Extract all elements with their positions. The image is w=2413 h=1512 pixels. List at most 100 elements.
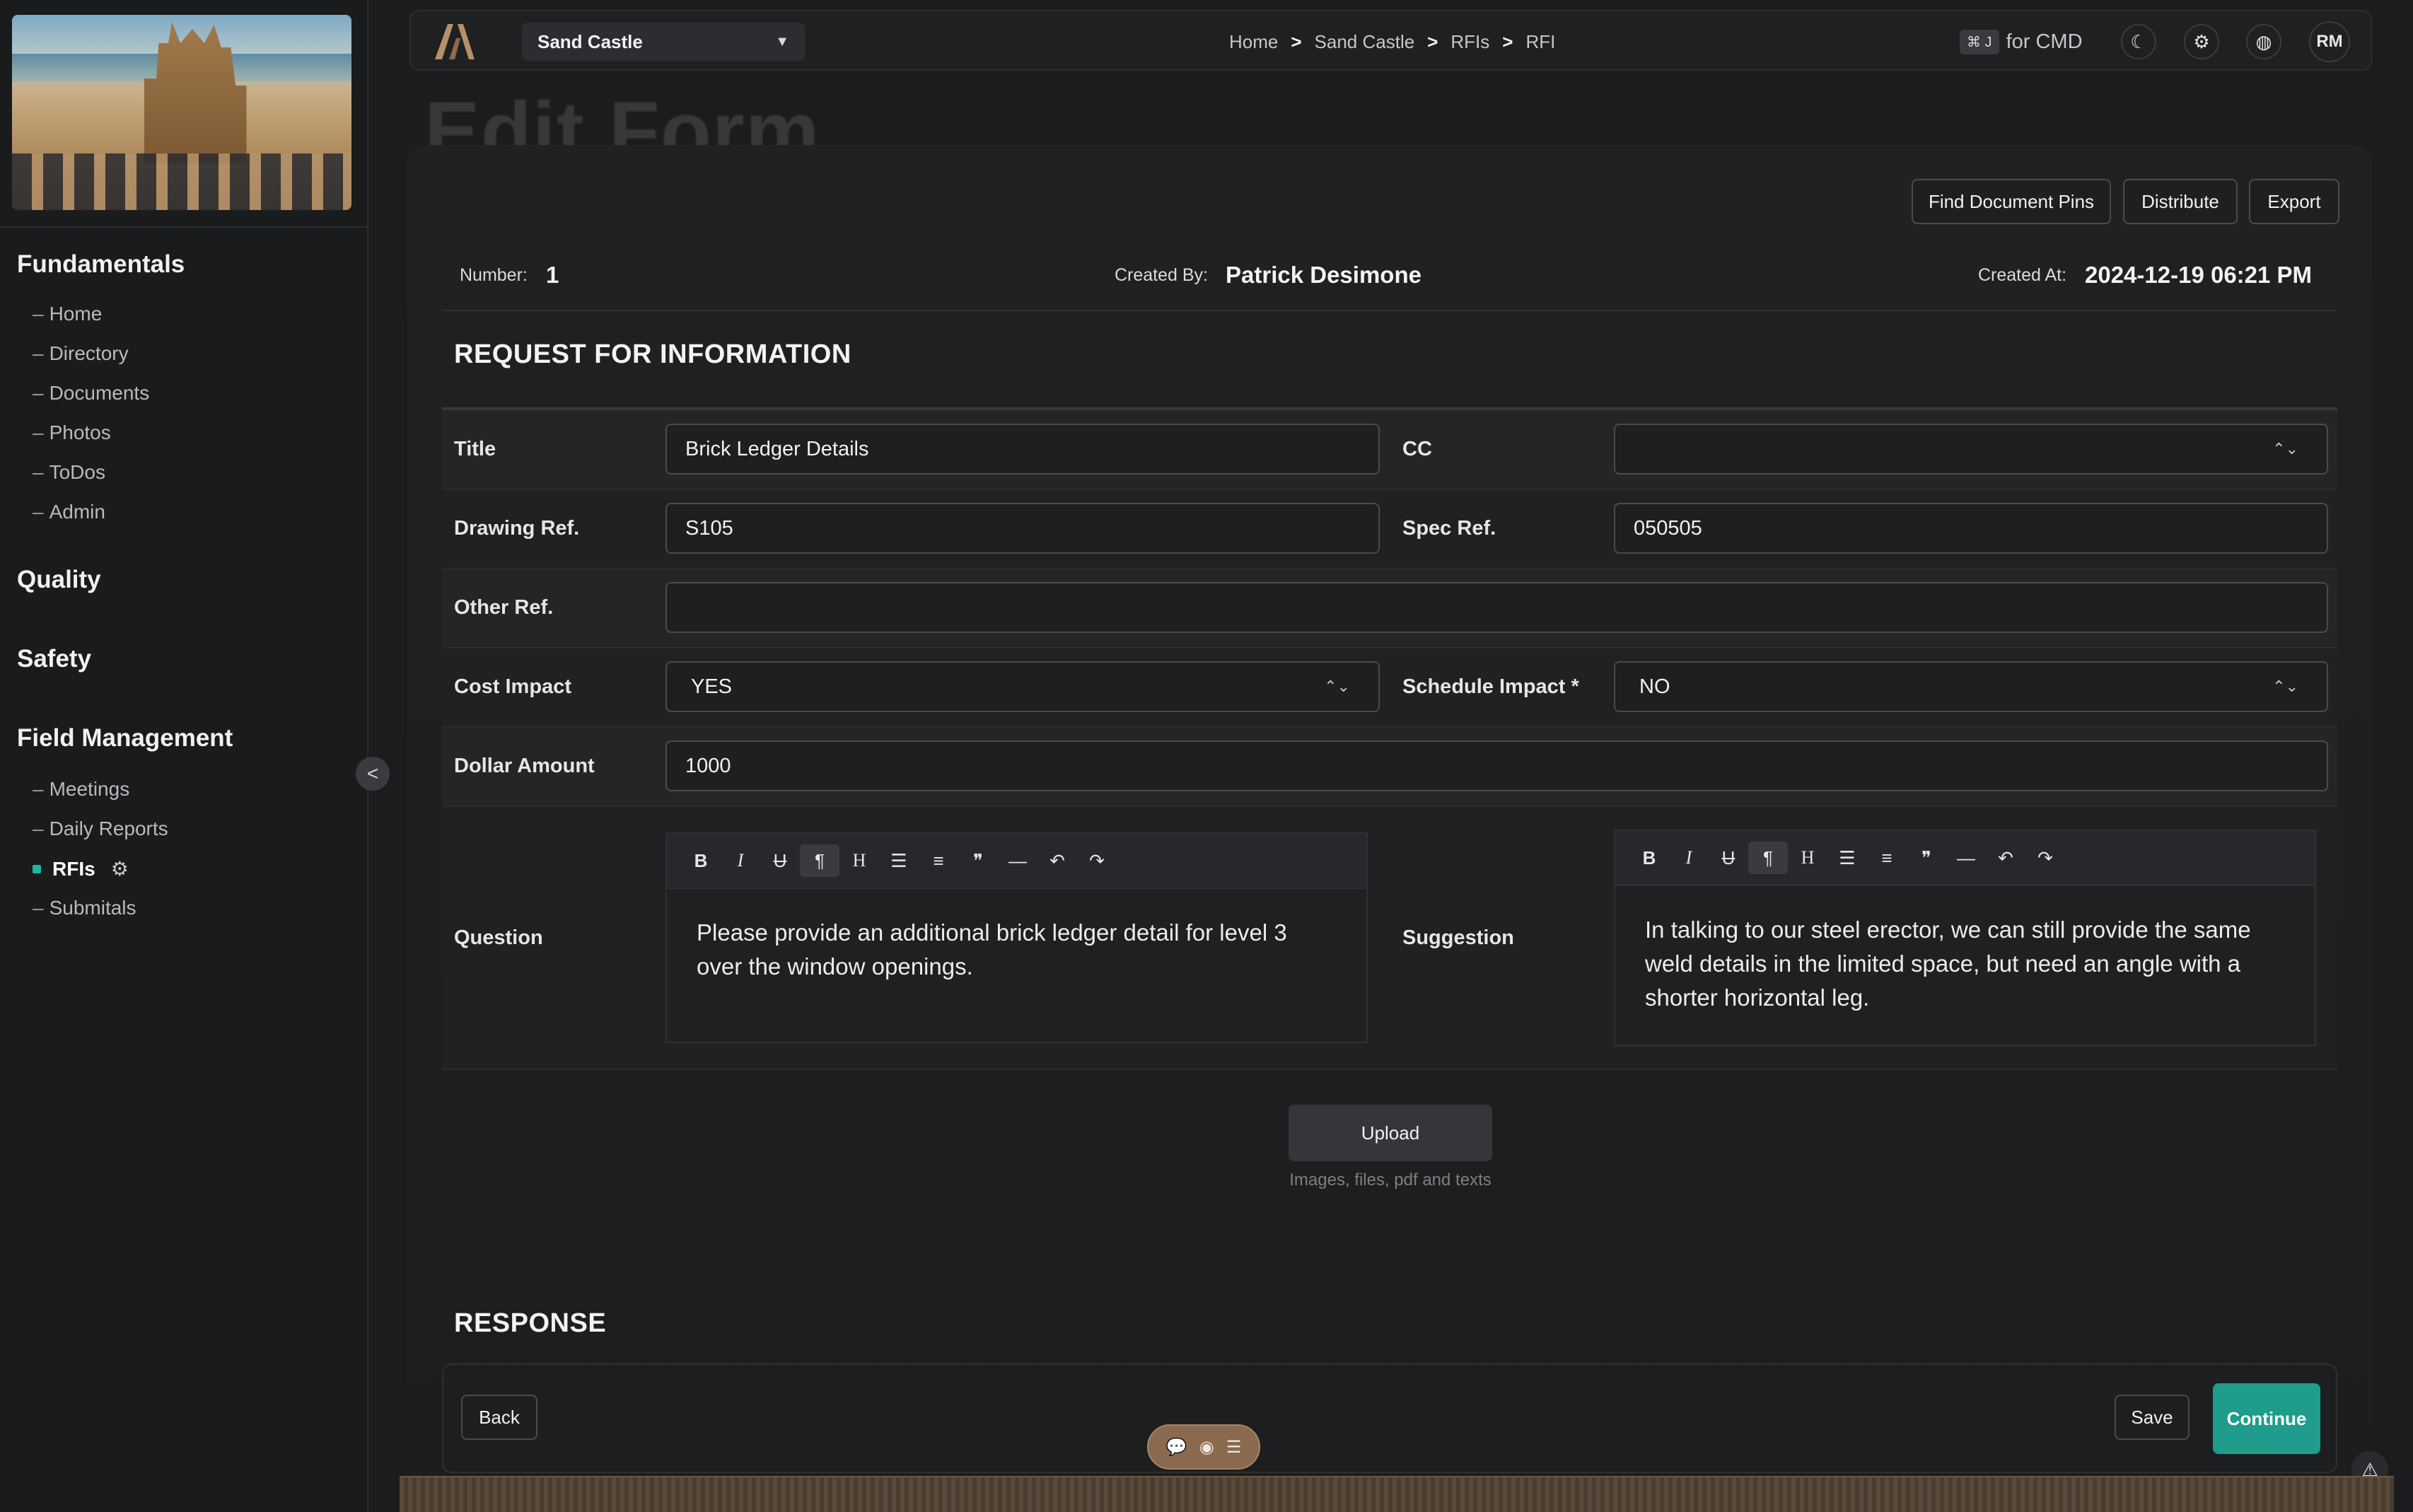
- spec-ref-value: 050505: [1634, 516, 1702, 540]
- sidebar-item-label: Meetings: [49, 778, 130, 800]
- dash-icon: –: [33, 897, 44, 919]
- redo-icon[interactable]: ↷: [2025, 842, 2065, 874]
- rfi-heading: REQUEST FOR INFORMATION: [454, 339, 851, 369]
- schedule-impact-select[interactable]: NO ⌃⌄: [1614, 661, 2328, 712]
- bullet-list-icon[interactable]: ☰: [1827, 842, 1867, 874]
- other-ref-input[interactable]: [665, 582, 2328, 633]
- breadcrumb-rfis[interactable]: RFIs: [1450, 31, 1489, 53]
- undo-icon[interactable]: ↶: [1986, 842, 2025, 874]
- avatar[interactable]: RM: [2309, 21, 2350, 62]
- breadcrumb-separator: >: [1291, 30, 1302, 52]
- project-image-castle: [144, 22, 247, 163]
- dash-icon: –: [33, 382, 44, 404]
- list-icon[interactable]: ☰: [1226, 1437, 1242, 1458]
- export-button[interactable]: Export: [2249, 179, 2339, 224]
- editor-toolbar: B I U ¶ H ☰ ≡ ❞ — ↶ ↷: [1615, 831, 2315, 886]
- sidebar-item-label: Directory: [49, 342, 129, 364]
- drawing-ref-input[interactable]: S105: [665, 503, 1380, 554]
- strikethrough-icon[interactable]: U: [1709, 842, 1748, 874]
- dash-icon: –: [33, 421, 44, 443]
- continue-button[interactable]: Continue: [2213, 1383, 2320, 1454]
- response-heading: RESPONSE: [454, 1308, 607, 1338]
- sidebar-item-photos[interactable]: – Photos: [33, 421, 111, 444]
- comment-icon[interactable]: 💬: [1166, 1437, 1187, 1458]
- sidebar-section-field-management[interactable]: Field Management: [17, 724, 233, 752]
- command-shortcut-hint[interactable]: ⌘ J for CMD: [1960, 11, 2083, 72]
- ordered-list-icon[interactable]: ≡: [1867, 842, 1907, 874]
- dash-icon: –: [33, 342, 44, 364]
- bold-icon[interactable]: B: [681, 844, 721, 877]
- redo-icon[interactable]: ↷: [1077, 844, 1117, 877]
- cost-impact-select[interactable]: YES ⌃⌄: [665, 661, 1380, 712]
- title-input[interactable]: Brick Ledger Details: [665, 424, 1380, 475]
- quote-icon[interactable]: ❞: [1907, 842, 1946, 874]
- sidebar-item-meetings[interactable]: – Meetings: [33, 778, 129, 801]
- drawing-ref-label: Drawing Ref.: [454, 517, 580, 540]
- eye-icon[interactable]: ◉: [1199, 1437, 1214, 1458]
- sidebar-item-admin[interactable]: – Admin: [33, 501, 105, 523]
- project-select[interactable]: Sand Castle ▼: [522, 23, 805, 61]
- italic-icon[interactable]: I: [1669, 842, 1709, 874]
- other-ref-label: Other Ref.: [454, 596, 554, 619]
- question-label: Question: [454, 926, 543, 949]
- question-editor[interactable]: B I U ¶ H ☰ ≡ ❞ — ↶ ↷ Please provide an …: [665, 832, 1368, 1043]
- sidebar-item-directory[interactable]: – Directory: [33, 342, 129, 365]
- sidebar-item-submitals[interactable]: – Submitals: [33, 897, 136, 919]
- breadcrumb-rfi: RFI: [1525, 30, 1556, 52]
- save-button[interactable]: Save: [2115, 1395, 2190, 1440]
- theme-toggle-icon[interactable]: ☾: [2121, 24, 2156, 59]
- sidebar-item-documents[interactable]: – Documents: [33, 382, 149, 405]
- title-input-value: Brick Ledger Details: [685, 437, 869, 460]
- globe-icon[interactable]: ◍: [2246, 24, 2281, 59]
- gear-icon[interactable]: ⚙: [111, 857, 129, 880]
- distribute-button[interactable]: Distribute: [2123, 179, 2238, 224]
- find-document-pins-button[interactable]: Find Document Pins: [1912, 179, 2111, 224]
- question-text[interactable]: Please provide an additional brick ledge…: [667, 889, 1366, 1011]
- upload-button[interactable]: Upload: [1289, 1105, 1492, 1161]
- logo-icon[interactable]: [432, 21, 477, 61]
- back-button[interactable]: Back: [461, 1395, 537, 1440]
- breadcrumb-project[interactable]: Sand Castle: [1315, 31, 1415, 53]
- upload-hint: Images, files, pdf and texts: [1289, 1170, 1492, 1190]
- heading-icon[interactable]: H: [839, 844, 879, 877]
- cc-select[interactable]: ⌃⌄: [1614, 424, 2328, 475]
- project-image-cars: [12, 153, 351, 210]
- bold-icon[interactable]: B: [1629, 842, 1669, 874]
- horizontal-rule-icon[interactable]: —: [1946, 842, 1986, 874]
- suggestion-text[interactable]: In talking to our steel erector, we can …: [1615, 886, 2315, 1042]
- sidebar: Fundamentals – Home – Directory – Documents…: [0, 0, 368, 1512]
- cc-label: CC: [1402, 438, 1432, 460]
- strikethrough-icon[interactable]: U: [760, 844, 800, 877]
- quote-icon[interactable]: ❞: [958, 844, 998, 877]
- project-select-value: Sand Castle: [537, 30, 643, 52]
- editor-toolbar: B I U ¶ H ☰ ≡ ❞ — ↶ ↷: [667, 834, 1366, 889]
- sidebar-item-rfis[interactable]: RFIs ⚙: [33, 857, 129, 880]
- collapse-sidebar-button[interactable]: <: [356, 757, 390, 791]
- created-at-label: Created At:: [1978, 265, 2067, 285]
- sidebar-item-todos[interactable]: – ToDos: [33, 461, 105, 484]
- sidebar-section-safety[interactable]: Safety: [17, 645, 91, 673]
- paragraph-icon[interactable]: ¶: [800, 844, 839, 877]
- breadcrumb-home[interactable]: Home: [1229, 31, 1278, 53]
- italic-icon[interactable]: I: [721, 844, 760, 877]
- bullet-list-icon[interactable]: ☰: [879, 844, 919, 877]
- horizontal-rule-icon[interactable]: —: [998, 844, 1037, 877]
- response-footer: [442, 1363, 2337, 1473]
- spec-ref-input[interactable]: 050505: [1614, 503, 2328, 554]
- sidebar-item-daily-reports[interactable]: – Daily Reports: [33, 818, 168, 840]
- suggestion-editor[interactable]: B I U ¶ H ☰ ≡ ❞ — ↶ ↷ In talking to our …: [1614, 830, 2316, 1046]
- paragraph-icon[interactable]: ¶: [1748, 842, 1788, 874]
- sidebar-section-fundamentals[interactable]: Fundamentals: [17, 250, 185, 279]
- cost-impact-value: YES: [691, 675, 733, 698]
- divider: [442, 310, 2337, 311]
- shortcut-text: for CMD: [2006, 30, 2083, 53]
- dollar-amount-input[interactable]: 1000: [665, 740, 2328, 791]
- heading-icon[interactable]: H: [1788, 842, 1827, 874]
- sidebar-item-label: Documents: [49, 382, 150, 404]
- dash-icon: –: [33, 501, 44, 523]
- sidebar-section-quality[interactable]: Quality: [17, 566, 101, 594]
- ordered-list-icon[interactable]: ≡: [919, 844, 958, 877]
- undo-icon[interactable]: ↶: [1037, 844, 1077, 877]
- sidebar-item-home[interactable]: – Home: [33, 303, 102, 325]
- settings-gear-icon[interactable]: ⚙: [2184, 24, 2219, 59]
